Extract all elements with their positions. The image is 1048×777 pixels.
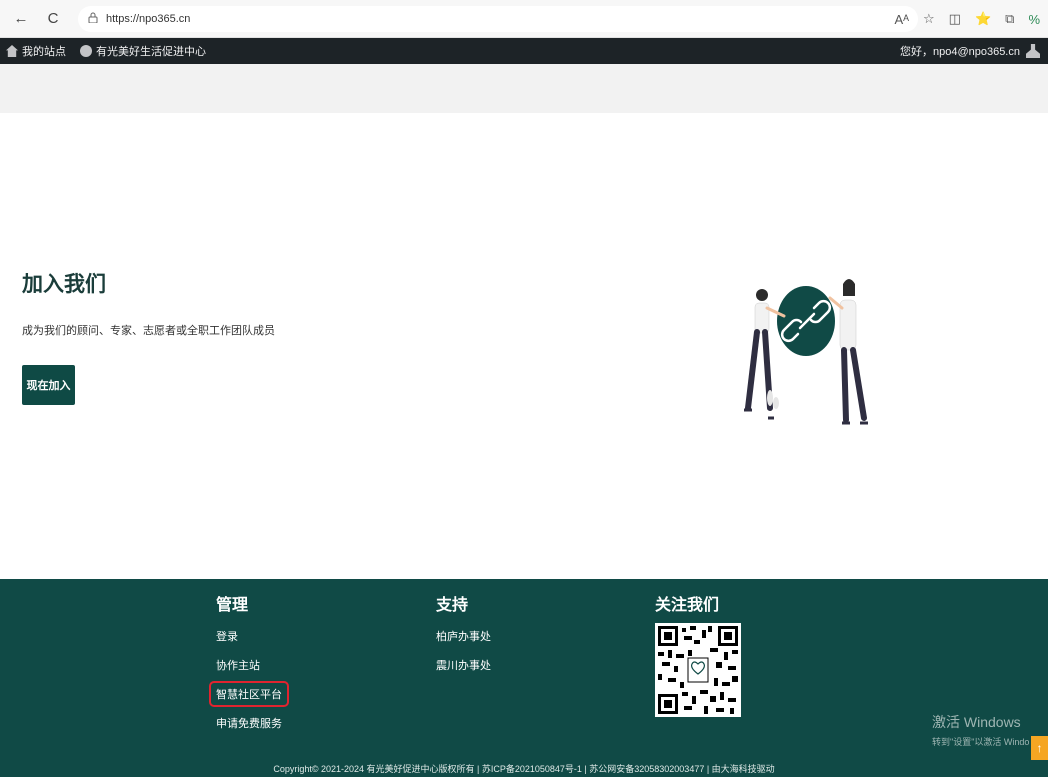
page-title: 加入我们 [22,273,106,296]
account-menu[interactable]: 您好，npo4@npo365.cn [900,38,1040,64]
windows-activation-watermark: 激活 Windows 转到"设置"以激活 Windo [932,712,1029,748]
sites-icon [6,45,18,57]
manage-heading: 管理 [216,597,249,614]
lock-icon [88,12,98,26]
my-sites-item[interactable]: 我的站点 [6,43,66,59]
qr-code [655,623,741,717]
user-avatar-icon [1026,44,1040,58]
bailu-office-link[interactable]: 柏庐办事处 [436,628,491,644]
scroll-to-top-button[interactable]: ↑ [1031,736,1048,760]
collab-site-link[interactable]: 协作主站 [216,657,260,673]
split-screen-icon[interactable]: ◫ [949,11,961,27]
qr-code-icon [658,626,738,714]
collections-icon[interactable]: ⧉ [1005,11,1014,27]
read-aloud-icon[interactable]: Aᴬ [894,12,909,27]
zhenchuan-office-link[interactable]: 震川办事处 [436,657,491,673]
header-band [0,64,1048,113]
copyright-text: Copyright© 2021-2024 有光美好促进中心版权所有 | 苏ICP… [273,764,775,774]
hero-subtitle: 成为我们的顾问、专家、志愿者或全职工作团队成员 [22,325,275,337]
reload-icon[interactable]: C [42,8,64,30]
admin-bar: 我的站点 有光美好生活促进中心 您好，npo4@npo365.cn [0,38,1048,64]
dashboard-icon [80,45,92,57]
free-service-link[interactable]: 申请免费服务 [216,715,282,731]
site-name-item[interactable]: 有光美好生活促进中心 [80,43,206,59]
smart-community-link[interactable]: 智慧社区平台 [209,681,289,707]
my-sites-label: 我的站点 [22,46,66,58]
login-link[interactable]: 登录 [216,628,238,644]
site-footer: 管理 登录 协作主站 智慧社区平台 申请免费服务 支持 柏庐办事处 震川办事处 … [0,579,1048,777]
favorite-star-icon[interactable]: ☆ [923,11,935,27]
support-heading: 支持 [436,597,469,614]
url-text: https://npo365.cn [106,12,191,25]
site-name-label: 有光美好生活促进中心 [96,46,206,58]
browser-toolbar: ← C https://npo365.cn Aᴬ ☆ ◫ ⭐ ⧉ % [0,0,1048,38]
toolbar-icons: Aᴬ ☆ ◫ ⭐ ⧉ % [894,0,1040,38]
team-link-illustration [744,279,868,425]
follow-us-heading: 关注我们 [655,597,720,614]
extension-icon[interactable]: % [1028,12,1040,27]
watermark-title: 激活 Windows [932,714,1021,730]
address-bar[interactable]: https://npo365.cn [78,5,918,32]
right-person-figure [828,279,868,425]
favorites-icon[interactable]: ⭐ [975,11,991,27]
greeting-text: 您好，npo4@npo365.cn [899,46,1020,58]
join-now-button[interactable]: 现在加入 [22,365,75,405]
back-arrow-icon[interactable]: ← [10,8,32,30]
watermark-subtitle: 转到"设置"以激活 Windo [932,737,1030,747]
